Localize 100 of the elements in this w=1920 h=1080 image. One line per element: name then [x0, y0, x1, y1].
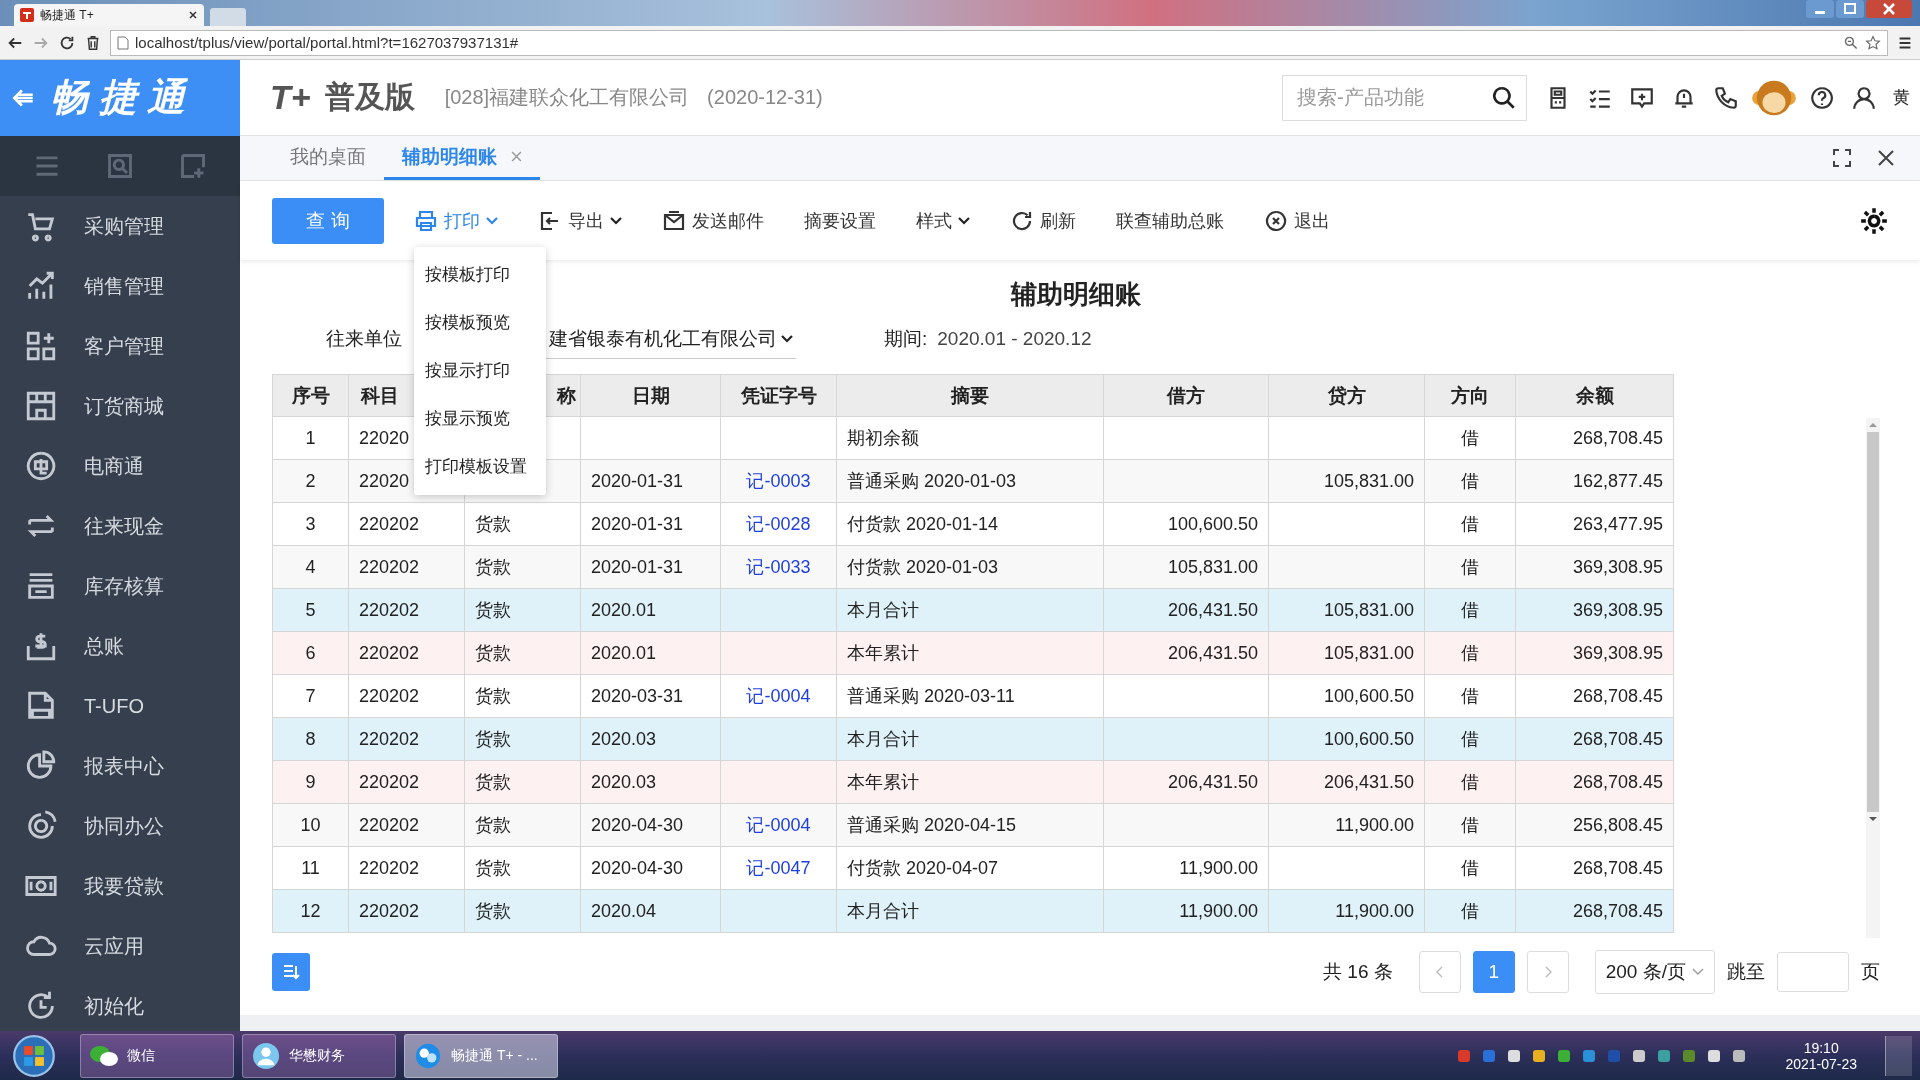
- person-icon: [251, 1041, 281, 1070]
- start-button[interactable]: [12, 1033, 56, 1078]
- tray-icon[interactable]: [1631, 1047, 1648, 1064]
- user-icon[interactable]: [1851, 84, 1877, 111]
- table-cell: 22020: [359, 427, 410, 448]
- table-cell: 268,708.45: [1572, 728, 1663, 749]
- sidebar-item[interactable]: 我要贷款: [0, 856, 240, 916]
- taskbar-item[interactable]: 华懋财务: [242, 1033, 396, 1078]
- zoom-icon[interactable]: [1843, 34, 1859, 51]
- table-cell: 货款: [475, 557, 511, 577]
- tray-icon[interactable]: [1706, 1047, 1723, 1064]
- table-cell: 借: [1461, 815, 1479, 835]
- column-header: 方向: [1424, 374, 1516, 417]
- table-cell: 2020.03: [591, 728, 657, 749]
- sidebar-item[interactable]: 销售管理: [0, 256, 240, 316]
- toolbar-button[interactable]: 退出: [1264, 202, 1330, 239]
- close-icon[interactable]: [1876, 148, 1896, 168]
- toolbar-menu-button[interactable]: 打印: [414, 202, 498, 239]
- chevron-right-icon: [1543, 966, 1552, 978]
- sidebar-item[interactable]: 报表中心: [0, 736, 240, 796]
- sort-list-icon: [281, 962, 301, 982]
- settings-icon[interactable]: [1860, 206, 1888, 235]
- table-cell: 普通采购 2020-03-11: [847, 686, 1015, 706]
- sidebar-item[interactable]: 客户管理: [0, 316, 240, 376]
- sidebar-item[interactable]: T-UFO: [0, 676, 240, 736]
- browser-tab-title: 畅捷通 T+: [40, 6, 95, 24]
- table-cell: 普通采购 2020-01-03: [847, 471, 1017, 491]
- table-cell: 268,708.45: [1572, 771, 1663, 792]
- toolbar-button[interactable]: 发送邮件: [662, 202, 764, 239]
- tray-icon[interactable]: [1506, 1047, 1523, 1064]
- grid-plus-icon: [24, 329, 58, 363]
- toolbar-button[interactable]: 摘要设置: [804, 202, 876, 239]
- sidebar-item[interactable]: 采购管理: [0, 196, 240, 256]
- scroll-down-icon[interactable]: [1868, 816, 1878, 822]
- scrollbar[interactable]: [1866, 418, 1880, 938]
- caret-icon: [486, 216, 498, 225]
- help-icon[interactable]: [1809, 84, 1835, 111]
- scroll-up-icon[interactable]: [1868, 422, 1878, 428]
- table-cell: 22020: [359, 470, 410, 491]
- fullscreen-icon[interactable]: [1832, 148, 1852, 168]
- browser-tab[interactable]: 畅捷通 T+: [14, 4, 204, 26]
- account-date: (2020-12-31): [707, 86, 823, 109]
- star-icon[interactable]: [1865, 34, 1881, 51]
- swirl-icon: [413, 1041, 443, 1070]
- table-cell: 100,600.50: [1167, 513, 1258, 534]
- address-field[interactable]: localhost/tplus/view/portal/portal.html?t=1627037937131#: [110, 29, 1888, 56]
- product-logo: T+: [270, 78, 311, 117]
- sidebar-item[interactable]: 总账: [0, 616, 240, 676]
- table-cell: 105,831.00: [1167, 556, 1258, 577]
- tray-icon[interactable]: [1556, 1047, 1573, 1064]
- table-cell: 369,308.95: [1572, 642, 1663, 663]
- tray-icon[interactable]: [1731, 1047, 1748, 1064]
- filter-label: 往来单位: [326, 327, 403, 351]
- sidebar-item[interactable]: 库存核算: [0, 556, 240, 616]
- maximize-icon[interactable]: [1836, 0, 1864, 18]
- column-settings-button[interactable]: [272, 953, 310, 991]
- menu-item[interactable]: 打印模板设置: [414, 442, 546, 491]
- table-cell: 货款: [475, 815, 511, 835]
- table-cell: 206,431.50: [1167, 599, 1258, 620]
- counterparty-select[interactable]: 建省银泰有机化工有限公司: [539, 319, 796, 359]
- table-cell: 220202: [359, 771, 420, 792]
- sidebar-item[interactable]: 初始化: [0, 976, 240, 1031]
- table-cell: 货款: [475, 686, 511, 706]
- search-icon[interactable]: [1491, 84, 1517, 111]
- page-size-select[interactable]: 200 条/页: [1594, 950, 1715, 994]
- toolbar-menu-button[interactable]: 导出: [538, 202, 622, 239]
- table-cell: 105,831.00: [1323, 470, 1414, 491]
- page-input[interactable]: [1777, 952, 1849, 992]
- phone-icon[interactable]: [1713, 84, 1739, 111]
- user-name[interactable]: 黄: [1893, 86, 1910, 109]
- tray-icon[interactable]: [1531, 1047, 1548, 1064]
- table-cell: 货款: [475, 901, 511, 921]
- toolbar-button[interactable]: 联查辅助总账: [1116, 202, 1224, 239]
- close-icon[interactable]: [188, 10, 198, 20]
- toolbar-button[interactable]: 刷新: [1010, 202, 1076, 239]
- sidebar-item[interactable]: 订货商城: [0, 376, 240, 436]
- table-cell: 借: [1461, 471, 1479, 491]
- taskbar-item[interactable]: 微信: [80, 1033, 234, 1078]
- sidebar-item[interactable]: 电商通: [0, 436, 240, 496]
- table-cell: 11,900.00: [1335, 814, 1414, 835]
- table-cell: 10: [300, 814, 321, 835]
- logo-text: 畅 捷 通: [50, 75, 186, 120]
- table-cell: 付货款 2020-01-03: [847, 557, 999, 577]
- table-cell: 2020-01-31: [591, 556, 684, 577]
- sidebar-item[interactable]: 往来现金: [0, 496, 240, 556]
- table-cell: 105,831.00: [1323, 599, 1414, 620]
- sidebar-item[interactable]: 协同办公: [0, 796, 240, 856]
- tray-icon[interactable]: [1656, 1047, 1673, 1064]
- search-field[interactable]: 搜索-产品功能: [1282, 74, 1527, 121]
- tab[interactable]: 我的桌面: [272, 136, 384, 180]
- table-cell: 3: [305, 513, 316, 534]
- sidebar-item[interactable]: 云应用: [0, 916, 240, 976]
- favicon-icon: [20, 8, 34, 22]
- toolbar-menu-button[interactable]: 样式: [916, 202, 970, 239]
- minimize-icon[interactable]: [1806, 0, 1834, 18]
- table-cell: 1: [305, 427, 316, 448]
- table-cell: 货款: [475, 514, 511, 534]
- show-desktop-button[interactable]: [1885, 1035, 1912, 1076]
- table-cell: 付货款 2020-01-14: [847, 514, 999, 534]
- menu-item[interactable]: 按模板打印: [414, 250, 546, 299]
